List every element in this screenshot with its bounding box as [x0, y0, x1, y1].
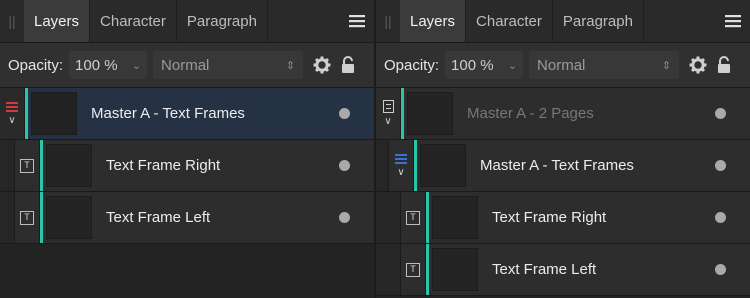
master-red-icon [6, 101, 18, 112]
layer-thumbnail [407, 92, 453, 135]
gear-icon[interactable] [313, 56, 331, 74]
layer-thumbnail [46, 144, 92, 187]
tab-paragraph[interactable]: Paragraph [177, 0, 268, 42]
layer-type-column: T [15, 140, 40, 191]
visibility-dot-icon[interactable] [715, 160, 726, 171]
layers-list: ∨ Master A - 2 Pages ∨ Master A - Text F… [376, 88, 750, 296]
layer-thumbnail [31, 92, 77, 135]
opacity-field[interactable]: 100 % ⌄ [445, 51, 524, 79]
layer-name: Text Frame Left [492, 261, 597, 278]
opacity-field[interactable]: 100 % ⌄ [69, 51, 148, 79]
visibility-dot-icon[interactable] [715, 264, 726, 275]
updown-icon: ⇕ [285, 59, 296, 72]
accent-bar [40, 192, 43, 243]
layer-name: Text Frame Right [106, 157, 221, 174]
layer-row[interactable]: T Text Frame Right [0, 140, 374, 192]
layers-list: ∨ Master A - Text Frames T Text Frame Ri… [0, 88, 374, 244]
text-frame-icon: T [20, 158, 34, 173]
layer-thumbnail [420, 144, 466, 187]
indent-column [0, 140, 15, 191]
layer-thumbnail [432, 248, 478, 291]
layer-name: Text Frame Left [106, 209, 211, 226]
accent-bar [25, 88, 28, 139]
layer-name: Master A - Text Frames [480, 157, 634, 174]
visibility-dot-icon[interactable] [339, 212, 350, 223]
panel-menu-icon[interactable] [340, 0, 374, 42]
tab-layers[interactable]: Layers [24, 0, 91, 42]
chevron-down-icon[interactable]: ∨ [8, 115, 15, 126]
layer-type-column: ∨ [0, 88, 25, 139]
opacity-toolbar: Opacity: 100 % ⌄ Normal ⇕ [0, 43, 374, 88]
indent-column [376, 244, 401, 295]
text-frame-icon: T [20, 210, 34, 225]
layer-type-column: T [401, 192, 426, 243]
chevron-down-icon[interactable]: ⌄ [508, 59, 517, 72]
indent-column [376, 192, 401, 243]
layer-thumbnail [46, 196, 92, 239]
drag-handle-icon[interactable]: || [0, 0, 24, 42]
layer-type-column: ∨ [389, 140, 414, 191]
accent-bar [414, 140, 417, 191]
page-icon [382, 100, 394, 113]
indent-column [376, 140, 389, 191]
layer-row[interactable]: ∨ Master A - Text Frames [0, 88, 374, 140]
accent-bar [426, 192, 429, 243]
layer-row[interactable]: T Text Frame Left [376, 244, 750, 296]
panel-menu-icon[interactable] [716, 0, 750, 42]
updown-icon: ⇕ [661, 59, 672, 72]
layer-name: Text Frame Right [492, 209, 607, 226]
text-frame-icon: T [406, 262, 420, 277]
drag-handle-icon[interactable]: || [376, 0, 400, 42]
layer-type-column: T [15, 192, 40, 243]
layer-thumbnail [432, 196, 478, 239]
lock-icon[interactable] [717, 56, 731, 74]
blend-mode-select[interactable]: Normal ⇕ [529, 51, 680, 79]
opacity-value: 100 % [451, 56, 494, 74]
tab-paragraph[interactable]: Paragraph [553, 0, 644, 42]
accent-bar [426, 244, 429, 295]
opacity-toolbar: Opacity: 100 % ⌄ Normal ⇕ [376, 43, 750, 88]
layer-row[interactable]: ∨ Master A - 2 Pages [376, 88, 750, 140]
visibility-dot-icon[interactable] [715, 212, 726, 223]
layer-row[interactable]: ∨ Master A - Text Frames [376, 140, 750, 192]
visibility-dot-icon[interactable] [339, 108, 350, 119]
layer-row[interactable]: T Text Frame Right [376, 192, 750, 244]
layer-type-column: T [401, 244, 426, 295]
layer-row[interactable]: T Text Frame Left [0, 192, 374, 244]
lock-icon[interactable] [341, 56, 355, 74]
layer-name: Master A - Text Frames [91, 105, 245, 122]
opacity-label: Opacity: [384, 56, 440, 74]
layer-name: Master A - 2 Pages [467, 105, 594, 122]
accent-bar [401, 88, 404, 139]
panel-tabbar: || Layers Character Paragraph [376, 0, 750, 43]
blend-mode-value: Normal [537, 56, 586, 74]
layers-panel-left: || Layers Character Paragraph Opacity: 1… [0, 0, 374, 298]
opacity-value: 100 % [75, 56, 118, 74]
panel-tabbar: || Layers Character Paragraph [0, 0, 374, 43]
tab-character[interactable]: Character [90, 0, 177, 42]
gear-icon[interactable] [689, 56, 707, 74]
indent-column [0, 192, 15, 243]
chevron-down-icon[interactable]: ∨ [397, 167, 404, 178]
blend-mode-select[interactable]: Normal ⇕ [153, 51, 304, 79]
tab-character[interactable]: Character [466, 0, 553, 42]
chevron-down-icon[interactable]: ∨ [384, 117, 391, 127]
master-blue-icon [395, 153, 407, 164]
blend-mode-value: Normal [161, 56, 210, 74]
layers-panel-right: || Layers Character Paragraph Opacity: 1… [376, 0, 750, 298]
text-frame-icon: T [406, 210, 420, 225]
tab-layers[interactable]: Layers [400, 0, 467, 42]
chevron-down-icon[interactable]: ⌄ [132, 59, 141, 72]
opacity-label: Opacity: [8, 56, 64, 74]
visibility-dot-icon[interactable] [715, 108, 726, 119]
accent-bar [40, 140, 43, 191]
visibility-dot-icon[interactable] [339, 160, 350, 171]
layer-type-column: ∨ [376, 88, 401, 139]
